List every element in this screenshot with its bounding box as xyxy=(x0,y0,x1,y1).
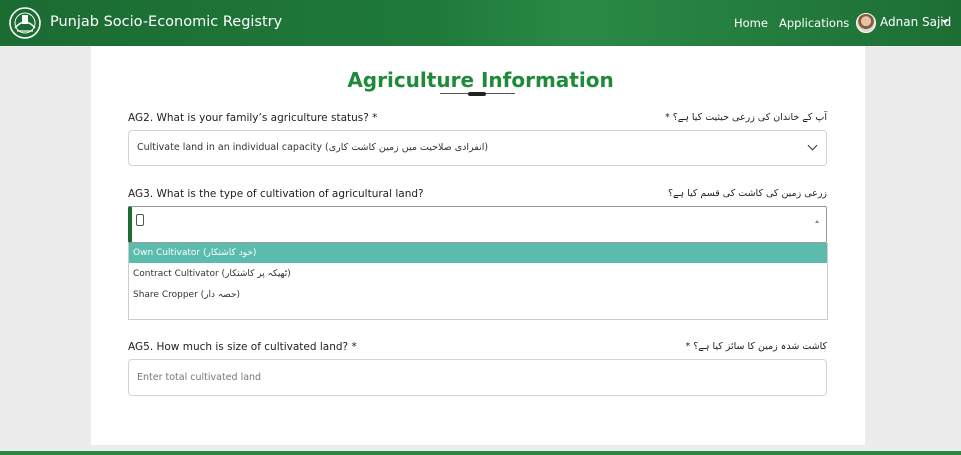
nav-link-home[interactable]: Home xyxy=(734,16,768,30)
punjab-logo-icon[interactable] xyxy=(7,6,43,40)
ag2-urdu-label: آپ کے خاندان کی زرعی حیثیت کیا ہے؟ * xyxy=(664,112,827,123)
title-underline-accent xyxy=(468,92,486,96)
ag3-cultivation-type-combobox[interactable] xyxy=(128,206,827,243)
combobox-search-input[interactable] xyxy=(136,214,144,226)
ag5-cultivated-land-input[interactable]: Enter total cultivated land xyxy=(128,359,827,396)
option-contract-cultivator[interactable]: Contract Cultivator (ٹھیکہ پر کاشتکار) xyxy=(129,264,827,284)
option-own-cultivator[interactable]: Own Cultivator (خود کاشتکار) xyxy=(129,243,827,263)
nav-link-applications[interactable]: Applications xyxy=(779,16,849,30)
ag2-selected-value: Cultivate land in an individual capacity… xyxy=(137,142,489,153)
brand-title[interactable]: Punjab Socio-Economic Registry xyxy=(50,14,282,30)
ag5-label: AG5. How much is size of cultivated land… xyxy=(128,341,357,353)
ag5-urdu-label: کاشت شدہ زمین کا سائز کیا ہے؟ * xyxy=(685,341,828,352)
ag2-label: AG2. What is your family’s agriculture s… xyxy=(128,112,378,124)
chevron-down-icon xyxy=(807,140,818,151)
user-avatar[interactable] xyxy=(856,13,876,33)
user-menu-name[interactable]: Adnan Sajid xyxy=(880,15,951,29)
caret-up-icon[interactable] xyxy=(815,220,819,223)
footer-accent-bar xyxy=(0,451,961,455)
user-menu-caret-icon[interactable] xyxy=(942,20,948,24)
ag2-agriculture-status-select[interactable]: Cultivate land in an individual capacity… xyxy=(128,130,827,166)
ag3-urdu-label: زرعی زمین کی کاشت کی قسم کیا ہے؟ xyxy=(667,188,827,199)
page-title: Agriculture Information xyxy=(347,68,614,92)
ag3-options-dropdown: Own Cultivator (خود کاشتکار) Contract Cu… xyxy=(128,243,828,320)
ag3-label: AG3. What is the type of cultivation of … xyxy=(128,188,424,200)
top-navbar: Punjab Socio-Economic Registry Home Appl… xyxy=(0,0,961,46)
option-share-cropper[interactable]: Share Cropper (حصہ دار) xyxy=(129,285,827,305)
